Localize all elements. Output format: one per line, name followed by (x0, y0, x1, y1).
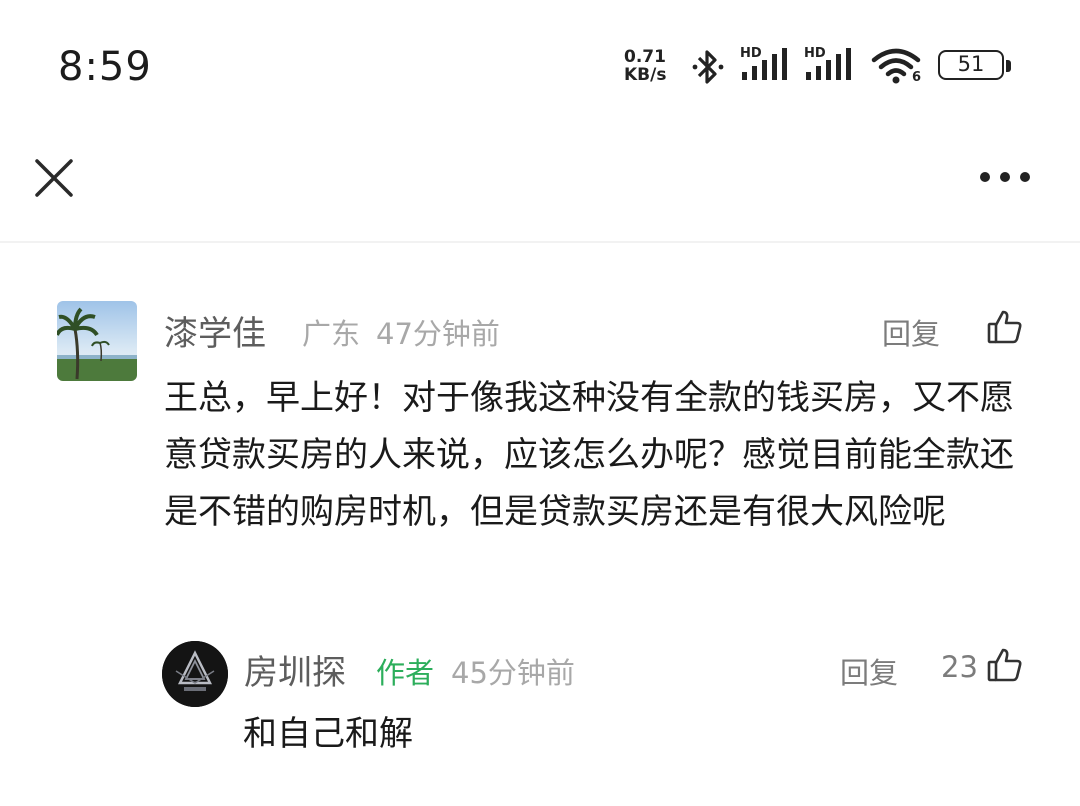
commenter-name[interactable]: 漆学佳 (164, 306, 266, 355)
author-avatar[interactable] (162, 641, 228, 707)
wifi-icon: 6 (870, 44, 926, 88)
author-tag-badge: 作者 (376, 656, 435, 690)
network-speed: 0.71 KB/s (624, 48, 680, 84)
cellular-signal-1-icon: HD (740, 44, 796, 88)
thumbs-up-icon (987, 310, 1022, 344)
close-icon (35, 159, 73, 197)
battery-icon: 51 (938, 50, 1016, 84)
wifi-6-label: 6 (912, 70, 922, 85)
status-time: 8:59 (58, 44, 152, 90)
close-button[interactable] (34, 158, 74, 198)
author-name[interactable]: 房圳探 (244, 645, 346, 694)
commenter-avatar[interactable] (57, 301, 137, 381)
comment-time: 47分钟前 (376, 317, 500, 351)
comment-reply-button[interactable]: 回复 (882, 311, 940, 353)
comment-like-button[interactable] (987, 309, 1023, 345)
network-speed-value: 0.71 (624, 47, 666, 67)
reply-like-count: 23 (941, 650, 978, 684)
battery-level: 51 (957, 52, 985, 76)
reply-text: 和自己和解 (243, 714, 413, 754)
header-divider (0, 241, 1080, 243)
reply-time: 45分钟前 (451, 656, 575, 690)
more-options-button[interactable] (978, 170, 1032, 184)
reply-like-button[interactable] (987, 647, 1023, 683)
reply-reply-button[interactable]: 回复 (840, 650, 898, 692)
network-speed-unit: KB/s (624, 65, 667, 85)
cellular-signal-2-icon: HD (804, 44, 860, 88)
bluetooth-icon (692, 50, 724, 84)
comment-text: 王总，早上好！对于像我这种没有全款的钱买房，又不愿意贷款买房的人来说，应该怎么办… (164, 378, 1014, 532)
more-dots-icon (980, 172, 1030, 182)
thumbs-up-icon (987, 648, 1022, 682)
commenter-location: 广东 (302, 317, 361, 351)
